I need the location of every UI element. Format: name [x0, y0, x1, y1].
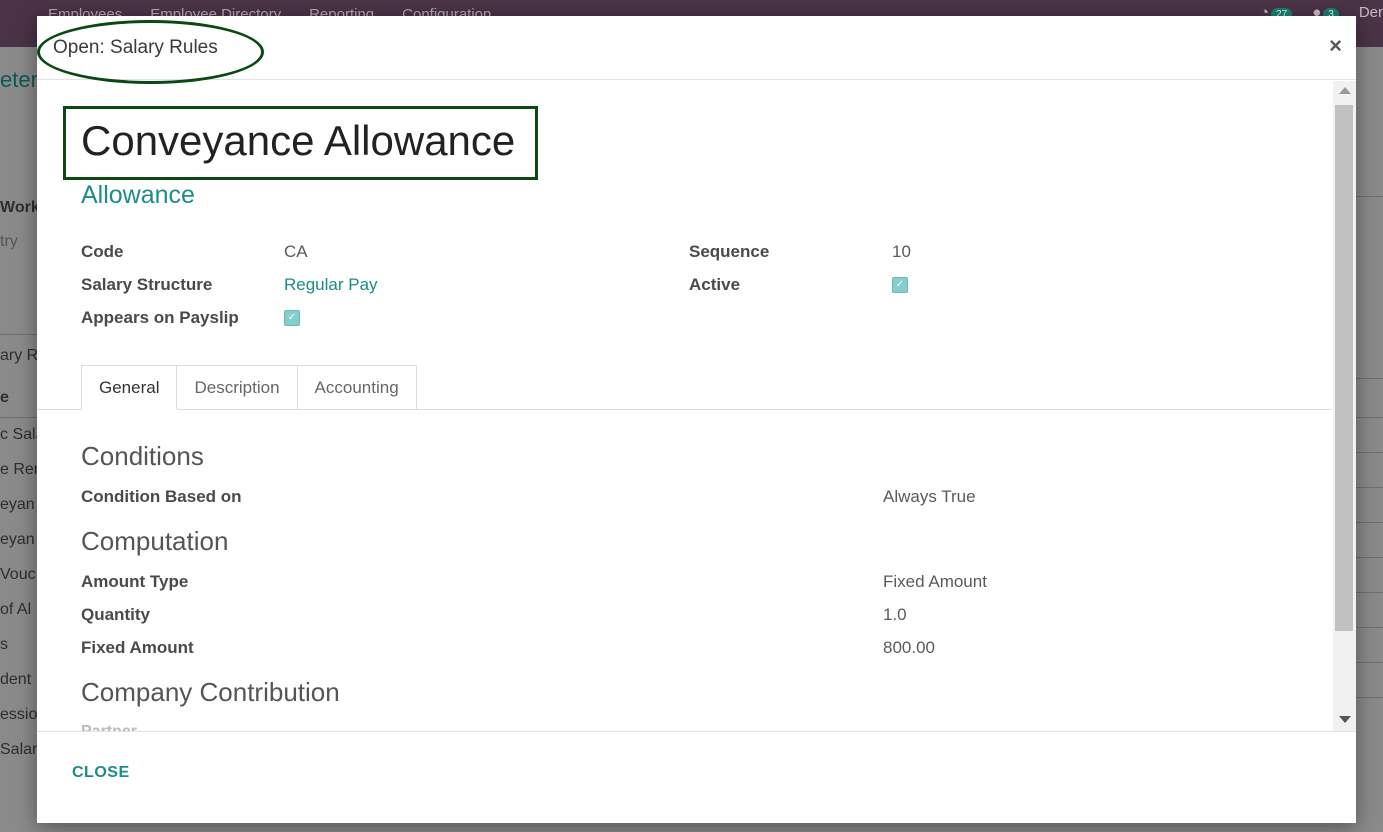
bg-fragment: Salary [0, 741, 37, 758]
tab-accounting[interactable]: Accounting [297, 365, 417, 410]
bg-fragment: c Sala [0, 426, 37, 443]
dialog-header: Open: Salary Rules × [37, 16, 1356, 84]
condition-based-label: Condition Based on [81, 487, 242, 506]
bg-fragment: try [0, 233, 18, 250]
quantity-value: 1.0 [883, 605, 907, 624]
dialog-body: Conveyance Allowance Allowance Code CA S… [37, 81, 1332, 731]
title-highlight-ellipse [37, 20, 264, 84]
bg-fragment: Vouc [0, 566, 36, 583]
user-menu[interactable]: Der [1359, 4, 1383, 21]
bg-fragment: eyan [0, 496, 35, 513]
bg-fragment: eter [0, 67, 37, 92]
bg-fragment: Work [0, 199, 37, 216]
checkmark-icon: ✓ [287, 312, 297, 323]
computation-heading: Computation [81, 526, 229, 556]
sequence-value: 10 [892, 242, 911, 261]
amount-type-label: Amount Type [81, 572, 189, 591]
appears-on-payslip-checkbox[interactable]: ✓ [284, 310, 300, 326]
scroll-up-arrow-icon[interactable] [1339, 87, 1351, 94]
bg-fragment: e Ren [0, 461, 37, 478]
record-category-link[interactable]: Allowance [81, 181, 195, 210]
salary-structure-link[interactable]: Regular Pay [284, 275, 378, 295]
amount-type-value: Fixed Amount [883, 572, 987, 591]
dialog-close-icon[interactable]: × [1329, 33, 1342, 59]
active-checkbox[interactable]: ✓ [892, 277, 908, 293]
bg-fragment: e [0, 389, 9, 406]
tab-description[interactable]: Description [177, 365, 298, 410]
partner-label: Partner [81, 723, 137, 731]
appears-on-payslip-label: Appears on Payslip [81, 308, 239, 327]
background-left-strip: eter Work try ary R e c Sala e Ren eyan … [0, 47, 37, 832]
close-button[interactable]: CLOSE [72, 764, 130, 782]
bg-fragment: dent [0, 671, 32, 688]
tab-general[interactable]: General [81, 365, 178, 410]
name-highlight-box [63, 106, 538, 180]
fixed-amount-label: Fixed Amount [81, 638, 194, 657]
company-contribution-heading: Company Contribution [81, 677, 340, 707]
code-value: CA [284, 242, 308, 261]
bg-fragment: s [0, 636, 8, 653]
active-label: Active [689, 275, 741, 294]
dialog-footer: CLOSE [37, 731, 1356, 823]
form-tabs: General Description Accounting [81, 365, 417, 410]
quantity-label: Quantity [81, 605, 150, 624]
sequence-label: Sequence [689, 242, 770, 261]
salary-structure-label: Salary Structure [81, 275, 213, 294]
bg-fragment: ary R [0, 347, 37, 364]
checkmark-icon: ✓ [895, 279, 905, 290]
bg-fragment: eyan [0, 531, 35, 548]
salary-rule-dialog: Open: Salary Rules × Conveyance Allowanc… [37, 16, 1356, 823]
bg-fragment: ession [0, 706, 37, 723]
dialog-scrollbar[interactable] [1333, 81, 1356, 731]
conditions-heading: Conditions [81, 441, 204, 471]
condition-based-value: Always True [883, 487, 976, 506]
code-label: Code [81, 242, 124, 261]
scroll-down-arrow-icon[interactable] [1339, 716, 1351, 723]
bg-fragment: of Al [0, 601, 32, 618]
fixed-amount-value: 800.00 [883, 638, 935, 657]
scroll-thumb[interactable] [1335, 105, 1353, 631]
